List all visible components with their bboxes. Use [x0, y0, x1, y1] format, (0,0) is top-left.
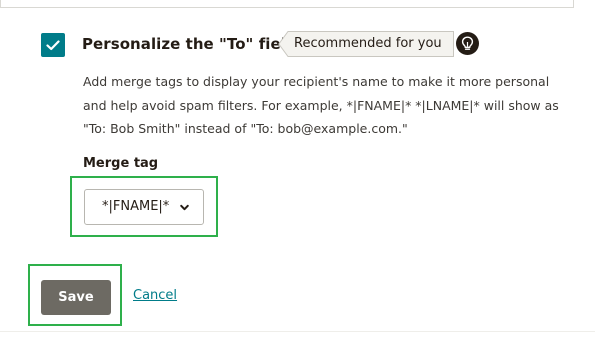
personalize-checkbox[interactable]: [41, 33, 65, 57]
merge-tag-value: *|FNAME|*: [102, 199, 170, 214]
feature-description: Add merge tags to display your recipient…: [83, 74, 559, 136]
save-button[interactable]: Save: [41, 280, 111, 315]
cancel-link[interactable]: Cancel: [133, 288, 177, 303]
feature-title: Personalize the "To" field: [82, 35, 297, 53]
personalize-to-field-panel: Personalize the "To" field Recommended f…: [0, 0, 595, 343]
previous-card-border: [0, 0, 574, 8]
chevron-down-icon: [180, 204, 189, 211]
recommended-badge-label: Recommended for you: [294, 36, 442, 51]
lightbulb-icon: [456, 32, 479, 55]
merge-tag-label: Merge tag: [83, 156, 159, 171]
merge-tag-select[interactable]: *|FNAME|*: [84, 189, 204, 225]
checkmark-icon: [46, 39, 60, 50]
bottom-divider: [0, 331, 595, 332]
